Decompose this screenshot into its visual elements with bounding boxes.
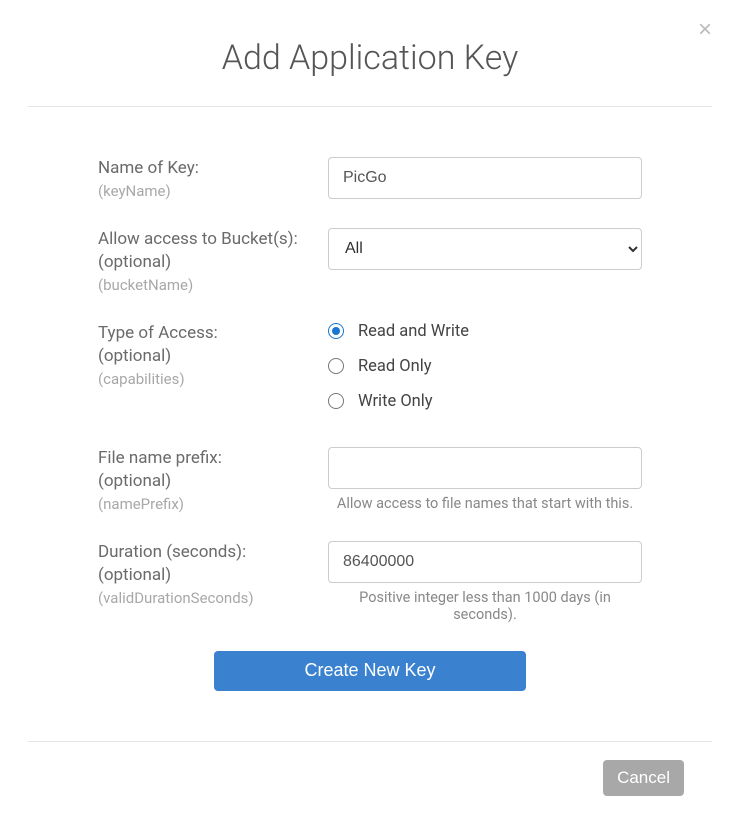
cancel-button[interactable]: Cancel [603,760,684,796]
duration-optional: (optional) [98,564,328,587]
label-col: Type of Access: (optional) (capabilities… [98,322,328,411]
label-col: Name of Key: (keyName) [98,157,328,200]
access-hint: (capabilities) [98,370,328,388]
row-bucket: Allow access to Bucket(s): (optional) (b… [98,228,642,294]
radio-icon [328,393,344,409]
duration-label: Duration (seconds): [98,541,328,564]
radio-write-only[interactable]: Write Only [328,392,642,411]
row-duration: Duration (seconds): (optional) (validDur… [98,541,642,623]
close-icon: × [698,16,712,43]
field-col: All [328,228,642,294]
bucket-select[interactable]: All [328,228,642,270]
radio-read-write[interactable]: Read and Write [328,322,642,341]
access-radio-group: Read and Write Read Only Write Only [328,322,642,411]
prefix-hint: (namePrefix) [98,495,328,513]
label-col: Duration (seconds): (optional) (validDur… [98,541,328,623]
radio-icon [328,358,344,374]
row-prefix: File name prefix: (optional) (namePrefix… [98,447,642,513]
key-name-label: Name of Key: [98,157,328,180]
field-col: Allow access to file names that start wi… [328,447,642,513]
row-access: Type of Access: (optional) (capabilities… [98,322,642,411]
access-label: Type of Access: [98,322,328,345]
prefix-input[interactable] [328,447,642,489]
label-col: Allow access to Bucket(s): (optional) (b… [98,228,328,294]
add-application-key-dialog: × Add Application Key Name of Key: (keyN… [0,0,740,816]
access-optional: (optional) [98,345,328,368]
radio-read-only[interactable]: Read Only [328,357,642,376]
bucket-optional: (optional) [98,251,328,274]
duration-help: Positive integer less than 1000 days (in… [328,589,642,623]
radio-label-rw: Read and Write [358,322,469,341]
row-key-name: Name of Key: (keyName) [98,157,642,200]
dialog-title: Add Application Key [28,38,712,78]
key-name-hint: (keyName) [98,182,328,200]
bucket-label: Allow access to Bucket(s): [98,228,328,251]
field-col: Positive integer less than 1000 days (in… [328,541,642,623]
dialog-footer: Cancel [28,742,712,796]
field-col: Read and Write Read Only Write Only [328,322,642,411]
radio-label-wo: Write Only [358,392,433,411]
prefix-help: Allow access to file names that start wi… [328,495,642,512]
radio-icon [328,323,344,339]
create-new-key-button[interactable]: Create New Key [214,651,526,691]
duration-input[interactable] [328,541,642,583]
field-col [328,157,642,200]
prefix-label: File name prefix: [98,447,328,470]
form-body: Name of Key: (keyName) Allow access to B… [28,107,712,715]
radio-label-ro: Read Only [358,357,432,376]
prefix-optional: (optional) [98,470,328,493]
close-button[interactable]: × [698,18,712,42]
bucket-hint: (bucketName) [98,276,328,294]
label-col: File name prefix: (optional) (namePrefix… [98,447,328,513]
duration-hint: (validDurationSeconds) [98,589,328,607]
key-name-input[interactable] [328,157,642,199]
